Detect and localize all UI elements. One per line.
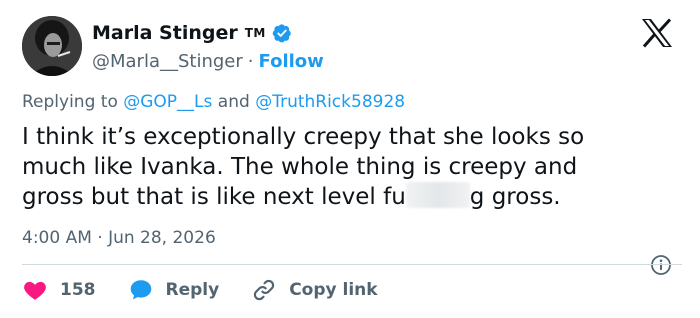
avatar[interactable] — [22, 16, 82, 76]
divider — [22, 264, 682, 265]
copy-link-label: Copy link — [289, 280, 378, 300]
tweet-line: I think it’s exceptionally creepy that s… — [22, 124, 585, 150]
x-logo-icon[interactable] — [640, 18, 674, 48]
tweet-line-end: g gross. — [469, 184, 561, 210]
verified-badge-icon — [272, 23, 292, 43]
tm-mark: TM — [244, 26, 266, 40]
author-handle[interactable]: @Marla__Stinger — [92, 51, 243, 72]
tweet-line: gross but that is like next level fu g gr… — [22, 182, 682, 212]
reply-button[interactable]: Reply — [128, 277, 220, 303]
like-count: 158 — [60, 280, 96, 300]
author-display-name[interactable]: Marla Stinger — [92, 22, 238, 44]
like-button[interactable]: 158 — [22, 277, 96, 303]
reply-prefix: Replying to — [22, 92, 124, 112]
reply-conjunction: and — [212, 92, 256, 112]
reply-context: Replying to @GOP__Ls and @TruthRick58928 — [22, 92, 405, 112]
copy-link-button[interactable]: Copy link — [251, 277, 378, 303]
censor-blur — [405, 182, 470, 208]
action-bar: 158 Reply Copy link — [22, 276, 410, 304]
reply-bubble-icon — [128, 277, 154, 303]
timestamp[interactable]: 4:00 AM · Jun 28, 2026 — [22, 228, 216, 248]
tweet-line-start: gross but that is like next level fu — [22, 184, 406, 210]
mention-link[interactable]: @TruthRick58928 — [255, 92, 405, 112]
mention-link[interactable]: @GOP__Ls — [123, 92, 212, 112]
follow-button[interactable]: Follow — [259, 51, 324, 72]
info-icon[interactable] — [650, 254, 672, 276]
reply-label: Reply — [165, 280, 220, 300]
tweet-header: Marla Stinger TM @Marla__Stinger · Follo… — [92, 19, 324, 75]
heart-icon — [22, 277, 48, 303]
tweet-text: I think it’s exceptionally creepy that s… — [22, 122, 682, 212]
separator-dot: · — [247, 50, 254, 72]
link-icon — [251, 277, 277, 303]
tweet-line: much like Ivanka. The whole thing is cre… — [22, 154, 578, 180]
